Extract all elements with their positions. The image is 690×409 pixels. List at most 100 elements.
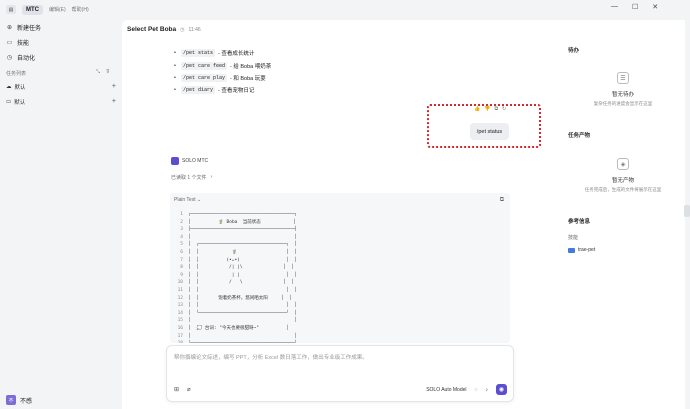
line-text: │ │ │ │ (183, 287, 297, 293)
add-task-icon[interactable]: + (112, 98, 116, 105)
command-desc: - 给 Boba 喂奶茶 (229, 64, 272, 70)
task-group-folder[interactable]: ▭ 默认 + (6, 97, 116, 106)
cloud-icon: ☁ (6, 83, 12, 90)
composer-input[interactable]: 帮你撰编论文综述，编写 PPT，分析 Excel 数日落工作，做出专业级工作成果… (174, 353, 368, 361)
clock-icon: ◷ (180, 26, 185, 33)
agent-logo-icon (171, 157, 179, 165)
artifacts-empty-label: 暂无产物 (611, 178, 634, 184)
line-number: 12 (177, 295, 183, 301)
code-line: 13 │ │ │ │ (174, 302, 297, 310)
sidebar: ▤ MTC 编辑(E) 帮助(H) ⊕ 新建任务 ▭ 技能 ◷ 自动化 任务列表… (0, 0, 122, 409)
sidebar-item-skills[interactable]: ▭ 技能 (6, 37, 29, 47)
send-button[interactable]: ◉ (496, 384, 507, 395)
chevron-down-icon: ⌄ (196, 197, 202, 203)
line-text: │ │ (•ᴗ•) │ │ (183, 257, 297, 263)
read-files-toggle[interactable]: 已读取 1 个文件 › (171, 174, 212, 181)
filter-icon[interactable]: ⊽ (106, 69, 110, 75)
code-lang[interactable]: Plain Text ⌄ (174, 197, 201, 203)
panel-resize-handle[interactable] (684, 205, 690, 217)
sidebar-item-automation[interactable]: ◷ 自动化 (6, 52, 35, 62)
line-number: 1 (180, 212, 183, 217)
reference-item[interactable]: trae-pet (568, 247, 595, 253)
line-text: │ │ (183, 318, 297, 324)
code-line: 15 │ │ (174, 317, 297, 325)
code-content: 1 ┌─────────────────────────────────────… (174, 211, 297, 343)
todo-empty: ☰ 暂无待办 复杂任务的进度会显示在这里 (560, 72, 686, 107)
skills-icon: ▭ (6, 39, 13, 46)
task-header: Select Pet Boba ◷ 11:46 (127, 26, 201, 33)
chevron-right-icon: › (210, 174, 213, 180)
maximize-icon[interactable]: ☐ (632, 3, 638, 11)
list-item: /pet diary - 查看宠物日记 (174, 86, 254, 94)
sidebar-item-label: 技能 (17, 40, 30, 47)
code-line: 7 │ │ (•ᴗ•) │ │ (174, 257, 297, 265)
microphone-icon[interactable]: ♪ (486, 387, 489, 393)
todo-title: 待办 (568, 48, 580, 54)
code-line: 4 │ │ (174, 234, 297, 242)
sidebar-item-new-task[interactable]: ⊕ 新建任务 (6, 22, 41, 32)
mode-icon[interactable]: ◌ (475, 387, 478, 393)
task-group-cloud[interactable]: ☁ 默认 + (6, 82, 116, 91)
line-text: │ │ (183, 333, 297, 339)
line-number: 14 (177, 310, 183, 316)
minimize-icon[interactable]: — (611, 3, 618, 11)
attach-icon[interactable]: ⌀ (187, 386, 191, 393)
line-text: ┌──────────────────────────────────────┐ (183, 212, 297, 217)
agent-row: SOLO MTC (171, 157, 208, 165)
todo-empty-label: 暂无待办 (611, 92, 634, 98)
command-code: /pet diary (180, 86, 215, 94)
model-selector[interactable]: SOLO Auto Model (426, 387, 466, 393)
sidebar-item-label: 自动化 (17, 55, 36, 62)
menu-help[interactable]: 帮助(H) (72, 6, 89, 13)
add-task-icon[interactable]: + (112, 83, 116, 90)
todo-list-icon: ☰ (617, 72, 629, 84)
message-actions: 👍 👎 ⧉ ↻ (474, 106, 506, 112)
sidebar-item-label: 新建任务 (17, 25, 42, 32)
user-name: 不感 (20, 398, 33, 405)
code-line: 17 │ │ (174, 333, 297, 341)
line-number: 16 (177, 325, 183, 331)
copy-icon[interactable]: ⧉ (494, 106, 498, 112)
thumbs-up-icon[interactable]: 👍 (474, 106, 480, 112)
line-number: 2 (180, 219, 183, 225)
code-line: 10 │ │ / \ │ │ (174, 279, 297, 287)
line-number: 13 (177, 303, 183, 309)
composer: 帮你撰编论文综述，编写 PPT，分析 Excel 数日落工作，做出专业级工作成果… (166, 345, 514, 402)
line-text: │ │ 🧋 │ │ (183, 249, 297, 255)
user-message: /pet status (470, 123, 509, 140)
retry-icon[interactable]: ↻ (502, 106, 506, 112)
group-label: 默认 (14, 84, 26, 91)
line-text: └──────────────────────────────────────┘ (183, 341, 296, 343)
todo-hint: 复杂任务的进度会显示在这里 (593, 101, 653, 106)
expand-icon[interactable]: ⊞ (174, 386, 179, 393)
collapse-icon[interactable]: ⤡ (96, 69, 100, 75)
copy-code-icon[interactable]: ⧉ (500, 197, 504, 204)
menu-edit[interactable]: 编辑(E) (49, 6, 66, 13)
page-title: Select Pet Boba (127, 26, 177, 33)
new-task-icon: ⊕ (6, 24, 13, 31)
artifacts-hint: 任务完成后，生成的文件将展示在这里 (584, 187, 662, 192)
list-item: /pet care play - 和 Boba 玩耍 (174, 74, 266, 82)
agent-name: SOLO MTC (182, 158, 209, 164)
command-code: /pet care play (180, 74, 227, 82)
user-profile[interactable]: 不 不感 (6, 395, 32, 405)
folder-icon (568, 247, 575, 253)
task-list-label: 任务列表 (6, 71, 27, 77)
thumbs-down-icon[interactable]: 👎 (484, 106, 490, 112)
code-line: 3 ├─────────────────────────────────────… (174, 226, 297, 234)
line-text: │ └────────────────────────────────┘ │ (183, 310, 297, 316)
line-number: 9 (180, 272, 183, 278)
line-number: 8 (180, 265, 183, 271)
close-icon[interactable]: ✕ (652, 3, 658, 11)
line-text: │ 🧋 Boba 当前状态 │ (183, 219, 297, 225)
sidebar-toggle-icon[interactable]: ▤ (6, 5, 16, 14)
folder-icon: ▭ (6, 98, 12, 105)
reference-item-label: trae-pet (578, 247, 596, 253)
code-line: 2 │ 🧋 Boba 当前状态 │ (174, 219, 297, 227)
code-line: 11 │ │ │ │ (174, 287, 297, 295)
code-line: 6 │ │ 🧋 │ │ (174, 249, 297, 257)
window-controls: — ☐ ✕ (611, 3, 658, 11)
artifacts-title: 任务产物 (568, 133, 591, 139)
app-tag[interactable]: MTC (22, 4, 43, 15)
line-text: │ │ | | │ │ (183, 272, 297, 278)
